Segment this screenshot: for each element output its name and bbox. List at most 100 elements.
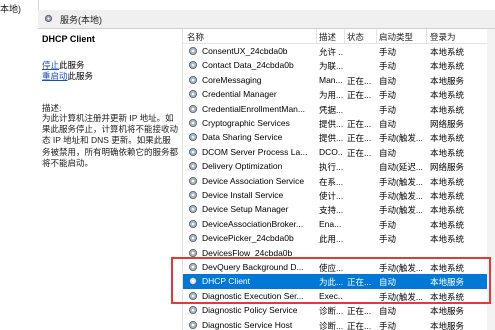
column-header-logon-as[interactable]: 登录为 [430,31,456,43]
service-row[interactable]: Diagnostic Execution Ser... Exec... 手动(触发.… [183,289,495,303]
service-gear-icon [189,119,197,127]
service-row[interactable]: DevicePicker_24cbda0b 此用... 手动 本地系统 [183,231,495,245]
description-text: 为此计算机注册并更新 IP 地址。如果此服务停止，计算机将不能接收动态 IP 地… [42,113,179,168]
column-divider[interactable] [316,29,317,43]
stop-service-suffix: 此服务 [59,60,85,70]
service-gear-icon [189,176,197,185]
service-row[interactable]: Device Setup Manager 支持... 手动(触发... 本地系统 [183,202,495,216]
service-description: Exec... [319,290,343,301]
service-gear-icon [189,162,197,171]
service-logon-as: 本地系统 [430,263,465,273]
service-status: 正在... [347,133,372,144]
service-description: 为此... [319,277,343,288]
service-row[interactable]: Diagnostic Policy Service 诊断... 正在... 自动 本地服… [183,303,495,317]
service-status: 正在... [347,277,372,288]
service-status: 正在... [347,119,372,129]
service-logon-as: 本地系统 [430,219,465,230]
service-gear-icon [189,191,197,199]
service-row[interactable]: Device Association Service 在系... 手动(触发... 本… [183,174,495,188]
service-startup-type: 手动 [379,234,397,245]
service-row[interactable]: DHCP Client 为此... 正在... 自动 本地服务 [183,274,495,289]
restart-service-link[interactable]: 重启动 [42,71,68,81]
service-startup-type: 自动 [379,277,397,288]
service-description: 在系... [319,176,343,187]
service-name: Cryptographic Services [202,118,290,128]
service-startup-type: 手动 [379,320,397,330]
service-logon-as: 本地系统 [430,147,465,158]
service-gear-icon [189,234,197,243]
service-gear-icon [189,263,197,271]
tree-node-label[interactable]: 本地) [0,2,21,15]
service-logon-as: 本地服务 [430,75,465,86]
service-logon-as: 本地系统 [430,47,465,57]
service-name: Diagnostic Policy Service [202,305,298,316]
service-description: DCO... [319,146,343,157]
service-row[interactable]: Cryptographic Services 提供... 正在... 自动 网络服务 [183,116,495,130]
service-logon-as: 本地系统 [430,90,465,101]
service-row[interactable]: DCOM Server Process La... DCO... 正在... 自动 本地… [183,145,495,159]
column-header-startup-type[interactable]: 启动类型 [379,31,413,43]
service-gear-icon [189,219,197,228]
column-header-name[interactable]: 名称 [187,31,204,43]
stop-service-link[interactable]: 停止 [42,60,59,70]
services-list[interactable]: 名称 描述 状态 启动类型 登录为 ConsentUX_24cbda0b 允许 .… [182,29,495,330]
service-gear-icon [189,133,197,142]
service-description: 为用... [319,90,343,101]
service-row[interactable]: CredentialEnrollmentMan... 凭据... 手动 本地系统 [183,102,495,116]
service-name: ConsentUX_24cbda0b [202,46,288,56]
service-startup-type: 手动 [379,90,397,101]
gear-icon [44,14,53,23]
service-startup-type: 手动(触发... [379,176,423,187]
service-description: 使应... [319,263,343,273]
service-gear-icon [189,104,197,113]
service-logon-as: 网络服务 [430,162,465,173]
service-name: DevQuery Background D... [202,262,304,272]
service-row[interactable]: Credential Manager 为用... 正在... 手动 本地系统 [183,87,495,101]
column-header-description[interactable]: 描述 [319,31,336,43]
service-status: 正在... [347,75,372,86]
service-row[interactable]: Device Install Service 使计... 手动(触发... 本地系统 [183,188,495,202]
service-name: Device Setup Manager [202,204,289,215]
service-gear-icon [189,205,197,214]
service-gear-icon [189,248,197,257]
service-logon-as: 本地系统 [430,191,465,201]
vertical-scrollbar[interactable] [487,29,495,330]
service-startup-type: 手动 [379,47,397,57]
service-row[interactable]: Contact Data_24cbda0b 为联... 手动 本地系统 [183,58,495,72]
restart-service-action: 重启动此服务 [42,70,93,82]
service-description: 提供... [319,119,343,129]
column-divider[interactable] [344,29,345,43]
column-divider[interactable] [426,29,427,43]
service-startup-type: 手动(触发... [379,191,423,201]
service-row[interactable]: ConsentUX_24cbda0b 允许 ... 手动 本地系统 [183,44,495,58]
navigation-tree-panel[interactable]: 本地) [0,0,39,330]
service-row[interactable]: CoreMessaging Man... 正在... 自动 本地服务 [183,73,495,87]
service-name: Diagnostic Service Host [202,319,293,330]
service-name: Data Sharing Service [202,132,283,143]
service-gear-icon [189,47,197,55]
service-startup-type: 手动 [379,61,397,72]
column-header-status[interactable]: 状态 [347,31,364,43]
service-logon-as: 本地系统 [430,291,465,302]
service-startup-type: 自动 [379,75,397,86]
service-name: Delivery Optimization [202,161,283,172]
service-startup-type: 手动(触发... [379,133,423,144]
service-status: 正在... [347,306,372,317]
column-divider[interactable] [376,29,377,43]
service-name: CredentialEnrollmentMan... [202,103,305,114]
service-gear-icon [189,277,197,286]
service-row[interactable]: DevicesFlow_24cbda0b [183,246,495,260]
service-name: DevicesFlow_24cbda0b [202,247,293,258]
service-row[interactable]: Data Sharing Service 提供... 正在... 手动(触发... 本地… [183,130,495,144]
service-startup-type: 自动(延迟... [379,162,423,173]
service-description: 允许 ... [319,47,343,57]
service-row[interactable]: Diagnostic Service Host 诊断... 正在... 手动 本地服务 [183,318,495,330]
service-row[interactable]: Delivery Optimization 执行... 自动(延迟... 网络服务 [183,159,495,173]
service-name: CoreMessaging [202,74,262,85]
service-logon-as: 本地系统 [430,104,465,115]
service-row[interactable]: DevQuery Background D... 使应... 手动(触发... 本地系… [183,260,495,274]
service-gear-icon [189,306,197,315]
service-description: 诊断... [319,306,343,317]
service-row[interactable]: DeviceAssociationBroker... Ena... 手动 本地系统 [183,217,495,231]
service-status: 正在... [347,147,372,158]
